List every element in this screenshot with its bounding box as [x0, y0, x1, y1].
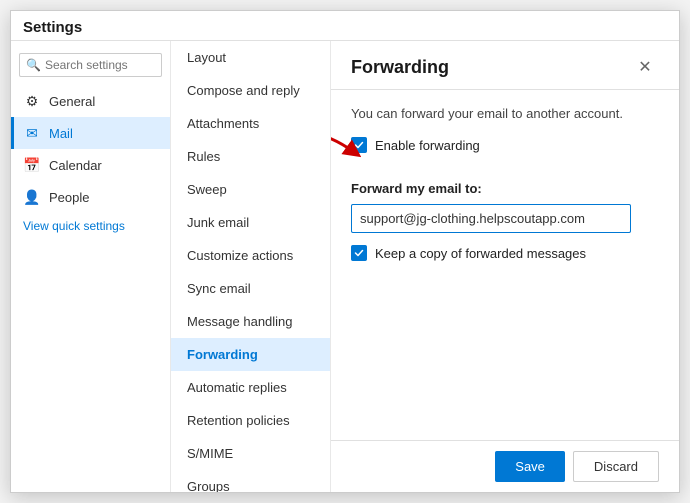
middle-item-compose[interactable]: Compose and reply [171, 74, 330, 107]
search-box[interactable]: 🔍 [19, 53, 162, 77]
titlebar: Settings [11, 11, 679, 41]
sidebar-item-general[interactable]: ⚙ General [11, 85, 170, 117]
people-icon: 👤 [23, 188, 41, 206]
search-icon: 🔍 [26, 58, 41, 72]
middle-item-autoreplies[interactable]: Automatic replies [171, 371, 330, 404]
gear-icon: ⚙ [23, 92, 41, 110]
middle-item-junk[interactable]: Junk email [171, 206, 330, 239]
keep-copy-row: Keep a copy of forwarded messages [351, 245, 659, 261]
middle-item-forwarding[interactable]: Forwarding [171, 338, 330, 371]
enable-forwarding-label: Enable forwarding [375, 138, 480, 153]
middle-item-sweep[interactable]: Sweep [171, 173, 330, 206]
sidebar-item-people[interactable]: 👤 People [11, 181, 170, 213]
keep-copy-label: Keep a copy of forwarded messages [375, 246, 586, 261]
dialog-description: You can forward your email to another ac… [351, 106, 659, 121]
window-body: 🔍 ⚙ General ✉ Mail 📅 Calendar 👤 People V… [11, 41, 679, 492]
sidebar-item-label-calendar: Calendar [49, 158, 158, 173]
save-button[interactable]: Save [495, 451, 565, 482]
dialog-footer: Save Discard [331, 440, 679, 492]
middle-item-retention[interactable]: Retention policies [171, 404, 330, 437]
middle-panel: Layout Compose and reply Attachments Rul… [171, 41, 331, 492]
sidebar-item-label-people: People [49, 190, 158, 205]
discard-button[interactable]: Discard [573, 451, 659, 482]
dialog-header: Forwarding ✕ [331, 41, 679, 90]
middle-item-handling[interactable]: Message handling [171, 305, 330, 338]
forwarding-dialog: Forwarding ✕ You can forward your email … [331, 41, 679, 492]
sidebar-item-label-mail: Mail [49, 126, 158, 141]
keep-copy-checkbox[interactable] [351, 245, 367, 261]
dialog-content: You can forward your email to another ac… [331, 90, 679, 440]
middle-item-sync[interactable]: Sync email [171, 272, 330, 305]
calendar-icon: 📅 [23, 156, 41, 174]
middle-item-attachments[interactable]: Attachments [171, 107, 330, 140]
sidebar-item-mail[interactable]: ✉ Mail [11, 117, 170, 149]
search-input[interactable] [45, 58, 155, 72]
sidebar-item-label-general: General [49, 94, 158, 109]
middle-item-smime[interactable]: S/MIME [171, 437, 330, 470]
middle-item-rules[interactable]: Rules [171, 140, 330, 173]
close-button[interactable]: ✕ [631, 53, 659, 81]
middle-item-layout[interactable]: Layout [171, 41, 330, 74]
sidebar-item-calendar[interactable]: 📅 Calendar [11, 149, 170, 181]
forward-email-input[interactable] [351, 204, 631, 233]
dialog-title: Forwarding [351, 57, 449, 78]
sidebar: 🔍 ⚙ General ✉ Mail 📅 Calendar 👤 People V… [11, 41, 171, 492]
enable-forwarding-checkbox[interactable] [351, 137, 367, 153]
forward-email-label: Forward my email to: [351, 181, 659, 196]
close-icon: ✕ [638, 57, 651, 77]
middle-item-groups[interactable]: Groups [171, 470, 330, 492]
enable-forwarding-row: Enable forwarding [351, 137, 480, 153]
mail-icon: ✉ [23, 124, 41, 142]
settings-window: Settings 🔍 ⚙ General ✉ Mail 📅 Calendar � [10, 10, 680, 493]
quick-settings-link[interactable]: View quick settings [11, 213, 170, 239]
window-title: Settings [23, 19, 82, 36]
middle-item-customize[interactable]: Customize actions [171, 239, 330, 272]
